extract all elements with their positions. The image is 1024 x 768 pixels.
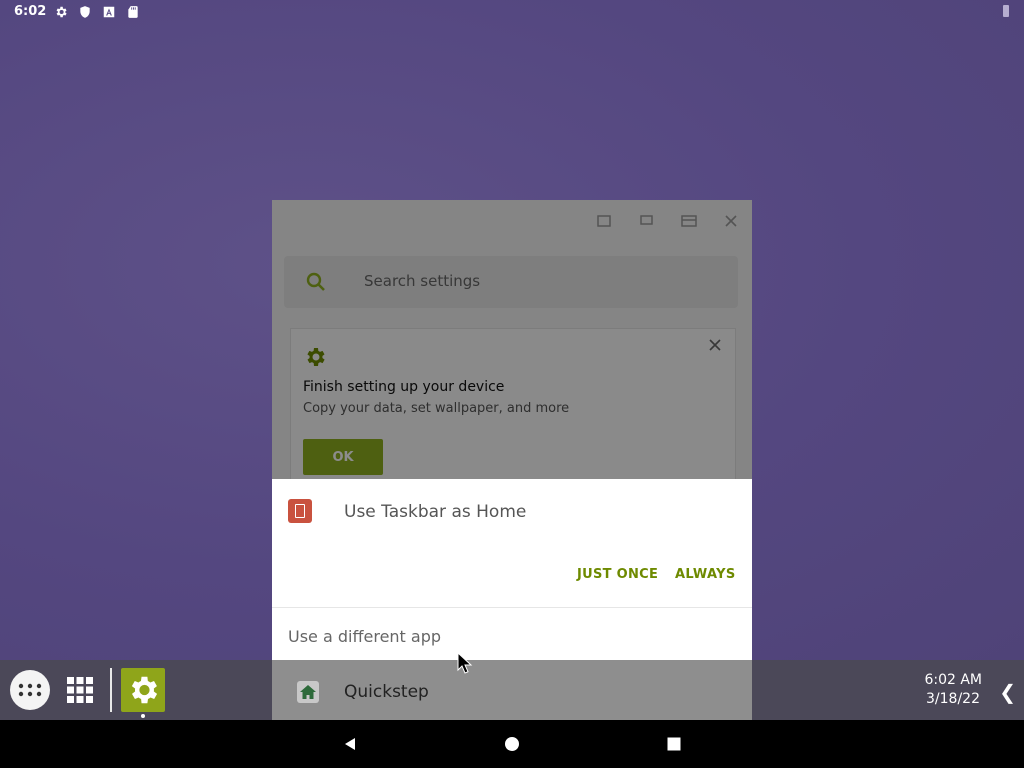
navigation-bar [0, 720, 1024, 768]
always-button[interactable]: ALWAYS [675, 567, 735, 582]
gear-icon [56, 6, 67, 18]
divider [272, 607, 752, 608]
mouse-cursor-icon [457, 652, 473, 674]
settings-app-button[interactable] [121, 668, 165, 712]
shield-icon [80, 6, 90, 18]
home-button-icon[interactable] [504, 736, 520, 752]
taskbar-time: 6:02 AM [924, 672, 982, 688]
home-app-chooser: Use Taskbar as Home JUST ONCE ALWAYS Use… [272, 479, 752, 660]
just-once-button[interactable]: JUST ONCE [577, 567, 658, 582]
running-indicator [141, 714, 145, 718]
home-icon [297, 681, 319, 703]
all-apps-button[interactable] [10, 670, 50, 710]
apps-dots-icon [18, 683, 42, 697]
battery-icon [1003, 5, 1009, 17]
taskbar-date: 3/18/22 [926, 691, 980, 707]
status-time: 6:02 [14, 4, 47, 19]
recents-icon[interactable] [666, 736, 682, 752]
sd-card-icon [128, 6, 138, 18]
quickstep-option[interactable]: Quickstep [272, 660, 752, 720]
taskbar-app-icon [288, 499, 312, 523]
status-bar: 6:02 [0, 0, 1024, 24]
chooser-title: Use Taskbar as Home [344, 502, 527, 522]
use-different-app-label: Use a different app [288, 627, 442, 646]
chevron-left-icon[interactable]: ❮ [999, 680, 1016, 704]
quickstep-label: Quickstep [344, 682, 429, 702]
back-icon[interactable] [342, 736, 358, 752]
taskbar-separator [110, 668, 112, 712]
font-icon [103, 6, 115, 18]
settings-gear-icon [131, 676, 158, 704]
grid-icon[interactable] [64, 674, 96, 706]
